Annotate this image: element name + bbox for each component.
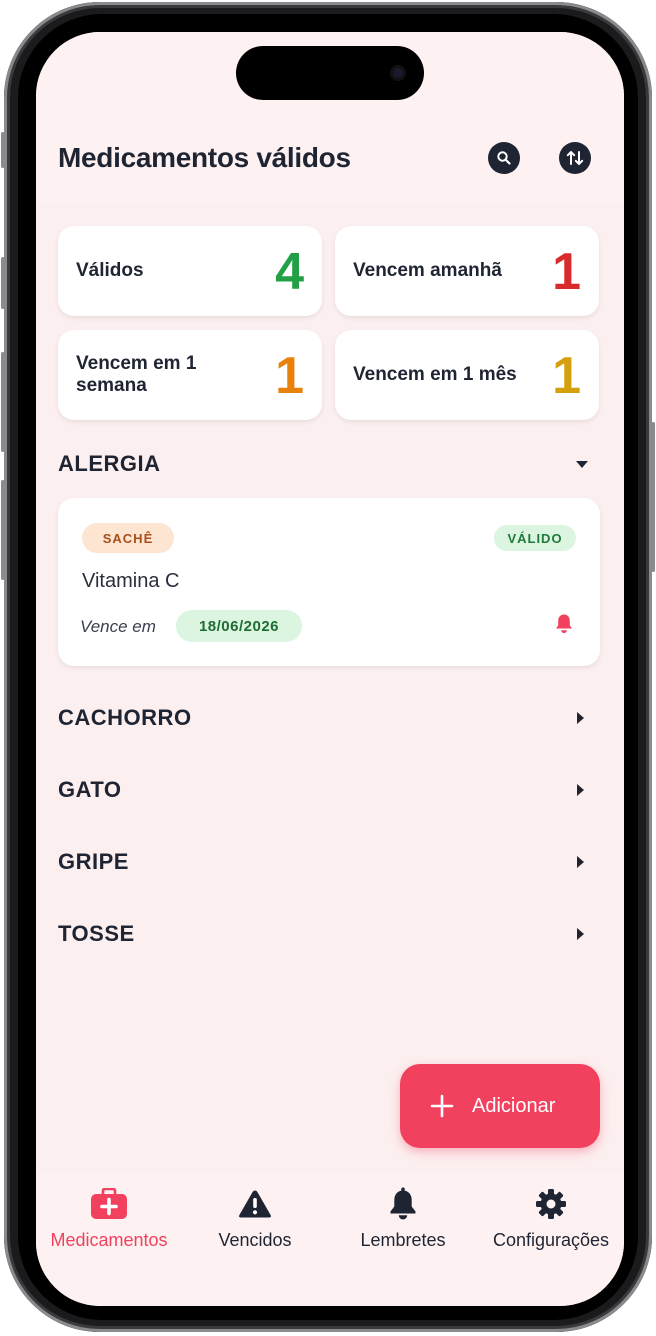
dynamic-island xyxy=(236,46,424,100)
stat-card-valid[interactable]: Válidos 4 xyxy=(58,226,322,316)
stat-value: 4 xyxy=(275,243,304,301)
status-badge: VÁLIDO xyxy=(494,525,576,551)
medicine-card[interactable]: SACHÊ VÁLIDO Vitamina C Vence em 18/06/2… xyxy=(58,498,600,666)
group-title: CACHORRO xyxy=(58,705,192,730)
nav-item-lembretes[interactable]: Lembretes xyxy=(330,1186,476,1251)
group-title: TOSSE xyxy=(58,921,135,946)
sort-icon xyxy=(566,151,584,165)
nav-label: Medicamentos xyxy=(50,1230,168,1250)
app-screen: Medicamentos válidos Válidos 4 Vencem am… xyxy=(36,32,624,1306)
page-title: Medicamentos válidos xyxy=(58,142,351,173)
plus-icon xyxy=(430,1094,454,1118)
medicine-name: Vitamina C xyxy=(82,570,180,592)
caret-right-icon xyxy=(577,856,584,868)
group-title: GATO xyxy=(58,777,122,802)
nav-label: Vencidos xyxy=(218,1230,292,1250)
nav-label: Configurações xyxy=(492,1230,610,1250)
group-header-gripe[interactable]: GRIPE xyxy=(36,842,624,882)
stat-label: Vencem amanhã xyxy=(353,260,502,281)
stat-card-expire-month[interactable]: Vencem em 1 mês 1 xyxy=(335,330,599,420)
group-header-gato[interactable]: GATO xyxy=(36,770,624,810)
warning-icon xyxy=(239,1190,271,1218)
caret-right-icon xyxy=(577,712,584,724)
stat-value: 1 xyxy=(275,347,304,405)
group-title: ALERGIA xyxy=(58,451,161,476)
stat-card-expire-tomorrow[interactable]: Vencem amanhã 1 xyxy=(335,226,599,316)
stat-label: Válidos xyxy=(76,260,144,281)
stat-label: Vencem em 1 semana xyxy=(76,353,197,396)
bottom-navigation: Medicamentos Vencidos Lembretes Configur… xyxy=(36,1172,624,1306)
group-header-tosse[interactable]: TOSSE xyxy=(36,914,624,954)
stat-label: Vencem em 1 mês xyxy=(353,364,517,385)
expiry-date-badge: 18/06/2026 xyxy=(176,610,302,642)
caret-right-icon xyxy=(577,928,584,940)
add-button[interactable]: Adicionar xyxy=(400,1064,600,1148)
nav-item-configuracoes[interactable]: Configurações xyxy=(478,1186,624,1251)
type-badge: SACHÊ xyxy=(82,523,174,553)
group-header-alergia[interactable]: ALERGIA xyxy=(36,444,624,484)
expires-label: Vence em xyxy=(80,617,156,636)
stat-value: 1 xyxy=(552,243,581,301)
stat-value: 1 xyxy=(552,347,581,405)
search-button[interactable] xyxy=(488,142,520,174)
group-title: GRIPE xyxy=(58,849,129,874)
nav-label: Lembretes xyxy=(360,1230,446,1250)
search-icon xyxy=(497,151,511,165)
bell-icon[interactable] xyxy=(554,613,574,635)
caret-down-icon xyxy=(576,461,588,468)
stat-card-expire-week[interactable]: Vencem em 1 semana 1 xyxy=(58,330,322,420)
nav-item-vencidos[interactable]: Vencidos xyxy=(182,1186,328,1251)
sort-button[interactable] xyxy=(559,142,591,174)
medical-kit-icon xyxy=(91,1188,127,1219)
add-button-label: Adicionar xyxy=(472,1094,556,1117)
gear-icon xyxy=(536,1189,566,1219)
bell-icon xyxy=(390,1187,416,1220)
caret-right-icon xyxy=(577,784,584,796)
nav-item-medicamentos[interactable]: Medicamentos xyxy=(36,1186,182,1251)
group-header-cachorro[interactable]: CACHORRO xyxy=(36,698,624,738)
